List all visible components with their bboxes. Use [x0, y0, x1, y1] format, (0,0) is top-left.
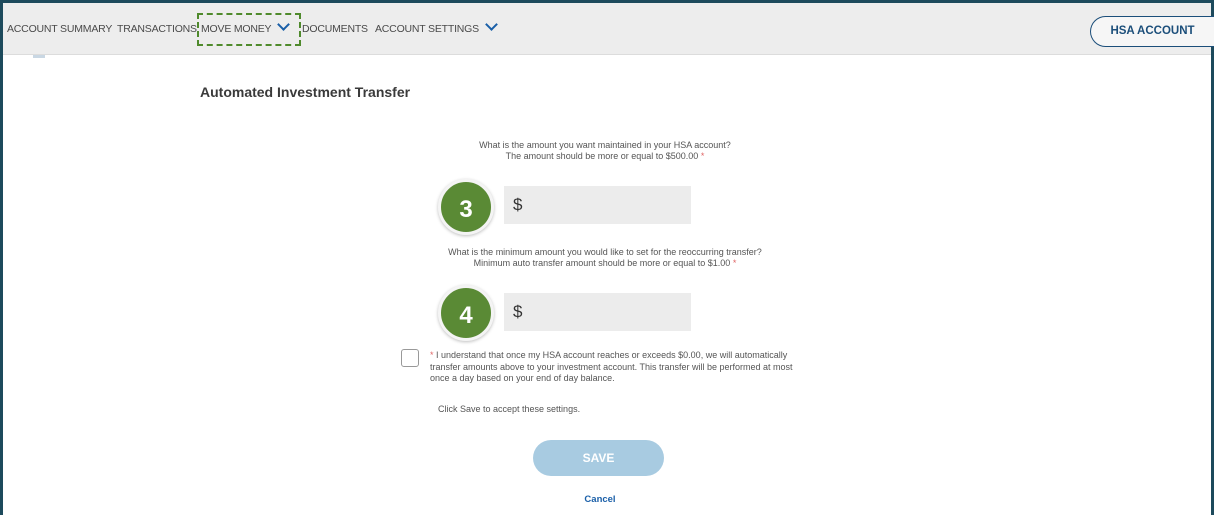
agreement-checkbox[interactable]	[401, 349, 419, 367]
top-navigation: ACCOUNT SUMMARY TRANSACTIONS MOVE MONEY …	[3, 3, 1214, 55]
agreement-text-block: * I understand that once my HSA account …	[430, 350, 800, 385]
minimum-question-line2: Minimum auto transfer amount should be m…	[473, 258, 731, 268]
nav-transactions[interactable]: TRANSACTIONS	[117, 23, 197, 35]
maintain-question-line2: The amount should be more or equal to $5…	[505, 151, 699, 161]
cancel-link[interactable]: Cancel	[570, 494, 630, 505]
required-mark: *	[430, 350, 434, 360]
minimum-question-line1: What is the minimum amount you would lik…	[448, 247, 762, 257]
move-money-highlight	[197, 13, 301, 46]
maintain-question-line1: What is the amount you want maintained i…	[479, 140, 731, 150]
nav-account-settings-label: ACCOUNT SETTINGS	[375, 23, 479, 35]
page-title: Automated Investment Transfer	[200, 84, 411, 100]
required-mark: *	[732, 258, 737, 268]
step-3-badge: 3	[438, 179, 494, 235]
currency-symbol: $	[513, 195, 523, 214]
agreement-text: I understand that once my HSA account re…	[430, 350, 793, 383]
currency-symbol: $	[513, 302, 523, 321]
menu-handle-icon	[33, 55, 45, 58]
click-save-note: Click Save to accept these settings.	[438, 404, 581, 414]
maintain-question-line2-row: The amount should be more or equal to $5…	[400, 151, 810, 162]
nav-account-summary[interactable]: ACCOUNT SUMMARY	[7, 23, 112, 35]
nav-account-settings[interactable]: ACCOUNT SETTINGS	[375, 18, 498, 35]
minimum-amount-input[interactable]: $	[504, 293, 691, 331]
hsa-account-button[interactable]: HSA ACCOUNT	[1090, 16, 1214, 47]
step-4-badge: 4	[438, 285, 494, 341]
save-button[interactable]: SAVE	[533, 440, 664, 476]
chevron-down-icon	[485, 18, 498, 31]
required-mark: *	[700, 151, 705, 161]
nav-documents[interactable]: DOCUMENTS	[302, 23, 368, 35]
minimum-question-line2-row: Minimum auto transfer amount should be m…	[400, 258, 810, 269]
maintain-question: What is the amount you want maintained i…	[400, 140, 810, 162]
minimum-question: What is the minimum amount you would lik…	[400, 247, 810, 269]
maintain-amount-input[interactable]: $	[504, 186, 691, 224]
